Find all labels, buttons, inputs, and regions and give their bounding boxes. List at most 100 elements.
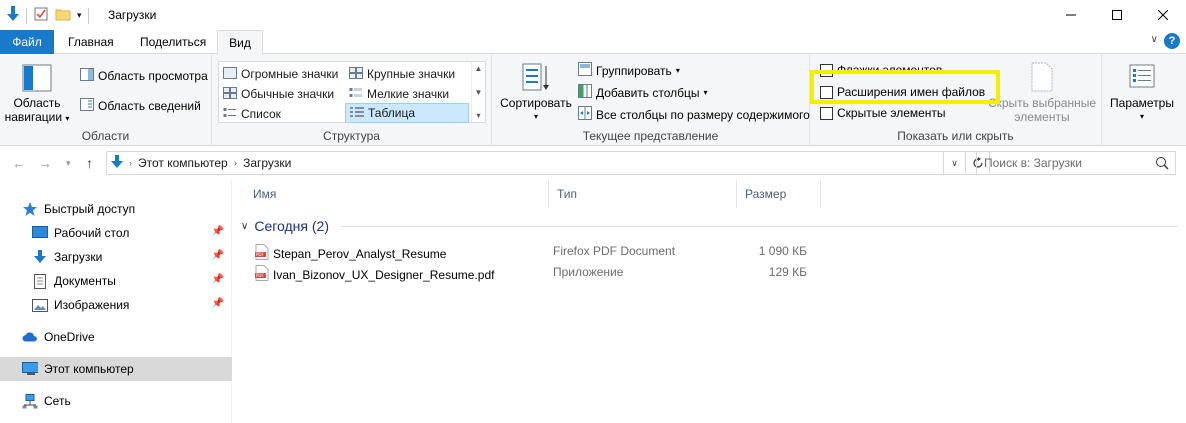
nav-label: Документы	[54, 274, 116, 288]
properties-icon[interactable]	[33, 6, 49, 25]
scroll-up-icon[interactable]: ▲	[475, 64, 483, 73]
minimize-button[interactable]	[1048, 0, 1094, 30]
search-input[interactable]: Поиск в: Загрузки	[976, 151, 1176, 175]
maximize-button[interactable]	[1094, 0, 1140, 30]
tab-file[interactable]: Файл	[0, 30, 54, 54]
address-dropdown-icon[interactable]: ∨	[944, 151, 966, 175]
preview-pane-label: Область просмотра	[98, 69, 208, 83]
qat-dropdown-icon[interactable]: ▾	[77, 10, 82, 21]
up-arrow-icon[interactable]: ↑	[86, 155, 93, 171]
search-placeholder: Поиск в: Загрузки	[984, 156, 1082, 170]
navigation-pane-label-2: навигации ▾	[4, 110, 70, 124]
close-button[interactable]	[1140, 0, 1186, 30]
forward-arrow-icon[interactable]: →	[38, 155, 52, 171]
layout-list[interactable]: Список	[219, 104, 343, 124]
cloud-icon	[22, 329, 38, 345]
scroll-down-icon[interactable]: ▼	[475, 88, 483, 97]
nav-onedrive[interactable]: OneDrive	[0, 325, 232, 349]
details-pane-button[interactable]: Область сведений	[80, 98, 201, 114]
options-button[interactable]: Параметры ▾	[1106, 64, 1178, 124]
file-name: Stepan_Perov_Analyst_Resume	[273, 246, 447, 261]
breadcrumb-this-pc[interactable]: Этот компьютер	[138, 156, 228, 170]
add-columns-button[interactable]: Добавить столбцы ▾	[578, 84, 708, 101]
nav-label: Этот компьютер	[44, 362, 134, 376]
group-divider	[340, 225, 1178, 227]
group-panes: Область навигации ▾ Область просмотра Об…	[0, 54, 212, 146]
tab-share[interactable]: Поделиться	[128, 30, 218, 54]
back-arrow-icon[interactable]: ←	[12, 155, 26, 171]
group-header-today[interactable]: ∨ Сегодня (2)	[241, 216, 1178, 236]
pin-icon[interactable]: 📌	[212, 298, 224, 309]
small-icons-icon	[349, 87, 363, 102]
hidden-items-label: Скрытые элементы	[837, 106, 946, 120]
layout-small-icons[interactable]: Мелкие значки	[345, 84, 469, 104]
breadcrumb-chevron-icon[interactable]: ›	[234, 158, 237, 169]
hidden-items-toggle[interactable]: Скрытые элементы	[820, 106, 946, 120]
layout-item-label: Огромные значки	[241, 67, 339, 81]
group-by-dropdown-icon: ▾	[675, 66, 680, 75]
navigation-pane-label-1: Область	[13, 96, 61, 110]
pin-icon[interactable]: 📌	[212, 274, 224, 285]
pin-icon[interactable]: 📌	[212, 226, 224, 237]
address-row: ← → ▾ ↑ › Этот компьютер › Загрузки ∨ По…	[0, 146, 1186, 180]
sort-dropdown-icon: ▾	[533, 112, 538, 121]
nav-downloads[interactable]: Загрузки 📌	[0, 245, 232, 269]
desktop-icon	[32, 225, 48, 241]
collapse-ribbon-icon[interactable]: ∨	[1151, 34, 1158, 45]
group-options: Параметры ▾	[1102, 54, 1186, 146]
medium-icons-icon	[223, 86, 237, 102]
size-all-columns-button[interactable]: Все столбцы по размеру содержимого	[578, 106, 810, 123]
file-type: Firefox PDF Document	[553, 244, 676, 258]
down-arrow-icon[interactable]	[6, 5, 20, 26]
tab-view[interactable]: Вид	[217, 30, 263, 55]
layout-details[interactable]: Таблица	[345, 103, 469, 123]
file-size: 1 090 КБ	[758, 244, 807, 258]
sort-icon	[521, 62, 551, 92]
recent-locations-icon[interactable]: ▾	[66, 158, 71, 169]
nav-label: OneDrive	[44, 330, 95, 344]
nav-this-pc[interactable]: Этот компьютер	[0, 357, 232, 381]
breadcrumb-downloads[interactable]: Загрузки	[243, 156, 291, 170]
navigation-pane-button[interactable]: Область навигации ▾	[4, 64, 70, 126]
group-by-button[interactable]: Группировать ▾	[578, 62, 680, 79]
help-icon[interactable]: ?	[1164, 33, 1180, 49]
title-bar: ▾ Загрузки	[0, 0, 1186, 30]
hide-selected-label-1: Скрыть выбранные	[987, 96, 1097, 110]
table-row[interactable]: PDF Ivan_Bizonov_UX_Designer_Resume.pdf …	[233, 262, 833, 282]
add-columns-dropdown-icon: ▾	[703, 88, 708, 97]
hide-selected-label-2: элементы	[1014, 110, 1070, 124]
layout-item-label: Список	[241, 107, 281, 121]
gallery-more-icon[interactable]: ▾	[476, 111, 480, 120]
file-name: Ivan_Bizonov_UX_Designer_Resume.pdf	[273, 267, 495, 282]
hidden-items-checkbox[interactable]	[820, 106, 833, 120]
hide-selected-items-button[interactable]: Скрыть выбранные элементы	[986, 62, 1098, 124]
breadcrumb-chevron-icon[interactable]: ›	[129, 158, 132, 168]
layout-large-icons[interactable]: Крупные значки	[345, 64, 469, 84]
search-icon[interactable]	[1155, 156, 1169, 173]
column-header-size[interactable]: Размер	[737, 180, 821, 208]
collapse-group-icon[interactable]: ∨	[241, 221, 248, 232]
column-header-type[interactable]: Тип	[549, 180, 737, 208]
table-row[interactable]: PDF Stepan_Perov_Analyst_Resume Firefox …	[233, 241, 833, 261]
address-bar[interactable]: › Этот компьютер › Загрузки	[106, 151, 944, 175]
extra-large-icons-icon	[223, 66, 237, 82]
layout-medium-icons[interactable]: Обычные значки	[219, 84, 343, 104]
nav-quick-access[interactable]: Быстрый доступ	[0, 197, 232, 221]
nav-pictures[interactable]: Изображения 📌	[0, 293, 232, 317]
options-dropdown-icon: ▾	[1139, 112, 1144, 121]
nav-documents[interactable]: Документы 📌	[0, 269, 232, 293]
sort-by-label: Сортировать	[500, 96, 572, 110]
sort-by-button[interactable]: Сортировать ▾	[498, 62, 574, 124]
layout-gallery-scroll[interactable]: ▲ ▼ ▾	[471, 62, 485, 122]
nav-desktop[interactable]: Рабочий стол 📌	[0, 221, 232, 245]
pin-icon[interactable]: 📌	[212, 250, 224, 261]
layout-item-label: Обычные значки	[241, 87, 335, 101]
nav-network[interactable]: Сеть	[0, 389, 232, 413]
nav-label: Рабочий стол	[54, 226, 130, 240]
column-header-name[interactable]: Имя	[245, 180, 549, 208]
new-folder-icon[interactable]	[55, 6, 71, 25]
preview-pane-button[interactable]: Область просмотра	[80, 68, 208, 84]
layout-extra-large-icons[interactable]: Огромные значки	[219, 64, 343, 84]
svg-text:PDF: PDF	[256, 273, 264, 278]
tab-home[interactable]: Главная	[56, 30, 126, 54]
